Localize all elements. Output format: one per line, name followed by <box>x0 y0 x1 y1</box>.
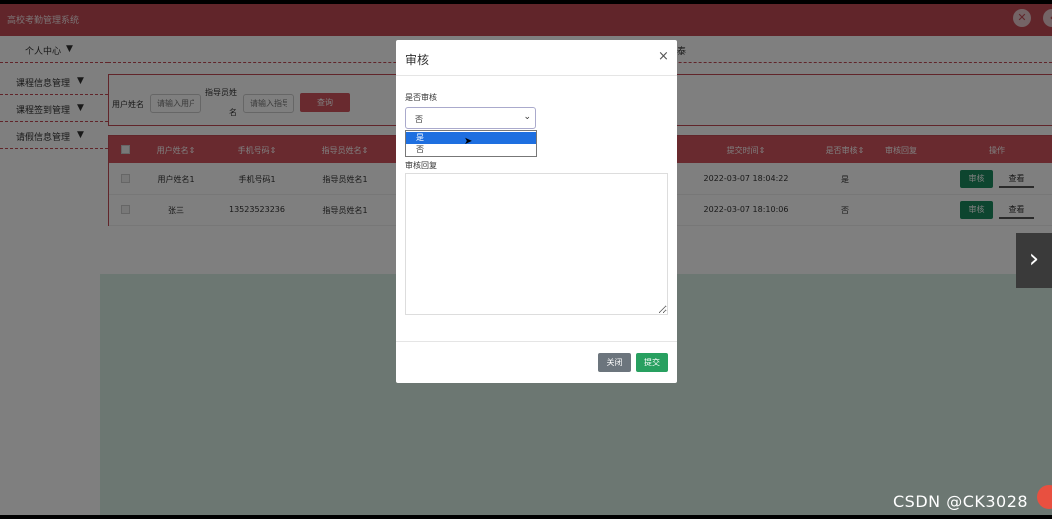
modal-footer: 关闭 提交 <box>396 341 677 383</box>
close-icon[interactable]: × <box>658 49 669 64</box>
chevron-down-icon: ⌄ <box>523 112 531 122</box>
modal-header: 审核 × <box>396 40 677 76</box>
modal-title: 审核 <box>405 53 430 67</box>
audit-modal: 审核 × 是否审核 否 ⌄ 是 否 ➤ 审核回复 关闭 提交 <box>396 40 677 383</box>
mouse-cursor-icon: ➤ <box>464 136 473 147</box>
close-button[interactable]: 关闭 <box>598 353 631 372</box>
audit-select[interactable]: 否 ⌄ <box>405 107 536 129</box>
audit-field-label: 是否审核 <box>405 93 437 102</box>
next-arrow-icon[interactable]: › <box>1016 233 1052 288</box>
app-window: 高校考勤管理系统 ✕ ‹ 个人中心 ▼ 课程信息管理 ▼ 课程签到管理 ▼ 请假… <box>0 4 1052 515</box>
select-value: 否 <box>415 115 423 124</box>
reply-label: 审核回复 <box>405 161 437 170</box>
reply-textarea[interactable] <box>405 173 668 315</box>
submit-button[interactable]: 提交 <box>636 353 668 372</box>
watermark: CSDN @CK3028 <box>893 492 1029 511</box>
